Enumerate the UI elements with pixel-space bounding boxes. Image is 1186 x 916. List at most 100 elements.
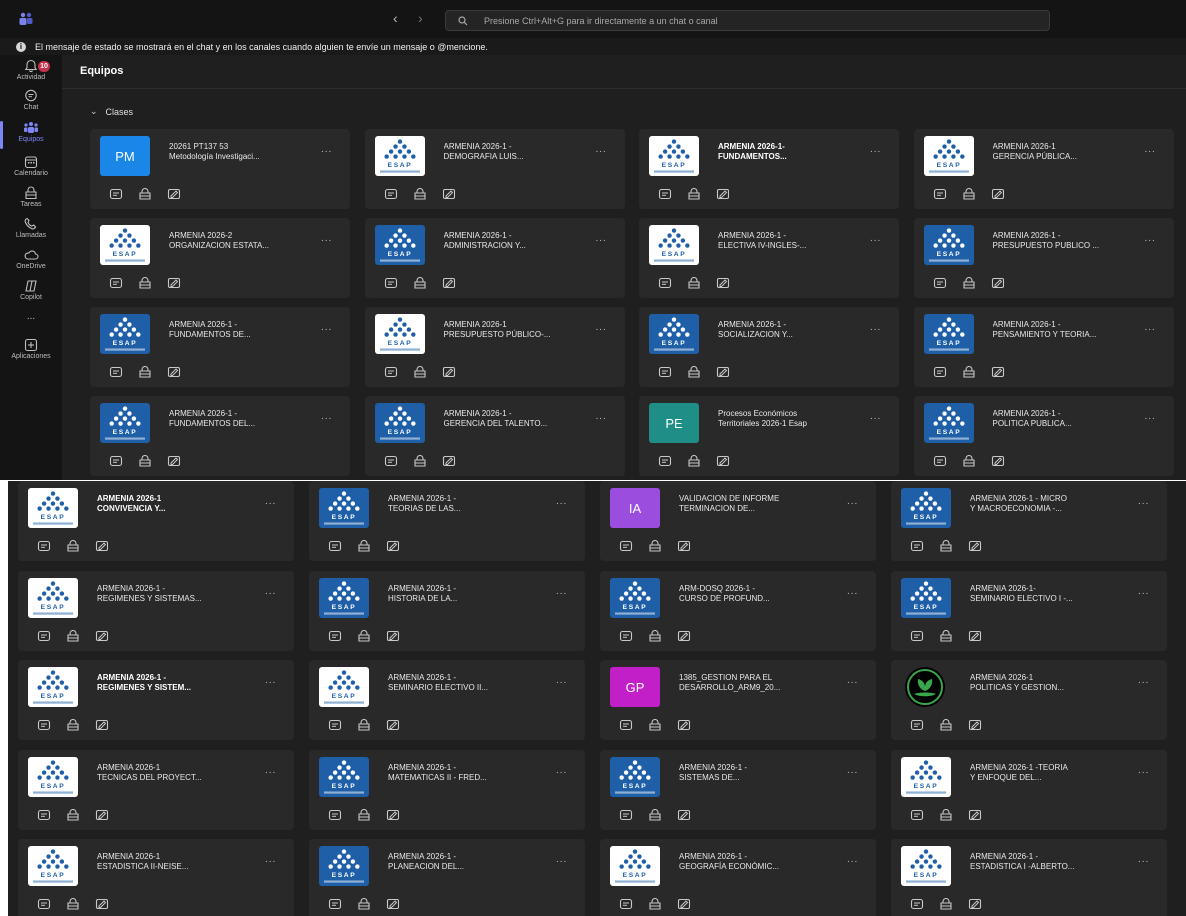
team-card[interactable]: ESAP ARMENIA 2026-1 - PRESUPUESTO PUBLICO… (913, 218, 1174, 298)
team-card[interactable]: ESAP ARMENIA 2026-1 - MICRO Y MACROECONOM… (891, 481, 1167, 561)
posts-icon[interactable] (910, 718, 924, 731)
more-options-button[interactable]: ... (596, 411, 607, 422)
team-card[interactable]: ESAP ARMENIA 2026-1 - SOCIALIZACION Y....… (639, 307, 899, 387)
team-card[interactable]: ESAP ARMENIA 2026-1 ESTADISTICA II-NEISE.… (18, 839, 294, 916)
team-card[interactable]: ESAP ARMENIA 2026-1 GERENCIA PÚBLICA.....… (913, 129, 1174, 209)
assignments-icon[interactable] (677, 629, 691, 641)
posts-icon[interactable] (619, 718, 633, 731)
more-options-button[interactable]: ... (556, 854, 567, 865)
posts-icon[interactable] (384, 365, 398, 378)
team-card[interactable]: ESAP ARMENIA 2026-1 - SEMINARIO ELECTIVO … (309, 660, 585, 740)
class-notebook-icon[interactable] (413, 365, 427, 378)
team-card[interactable]: ESAP ARMENIA 2026-1 - FUNDAMENTOS DE.....… (90, 307, 350, 387)
more-options-button[interactable]: ... (1138, 854, 1149, 865)
posts-icon[interactable] (109, 365, 123, 378)
more-options-button[interactable]: ... (556, 675, 567, 686)
posts-icon[interactable] (658, 454, 672, 467)
assignments-icon[interactable] (442, 276, 456, 289)
assignments-icon[interactable] (991, 187, 1005, 200)
team-card[interactable]: ESAP ARMENIA 2026-1- FUNDAMENTOS...... (639, 129, 899, 209)
more-options-button[interactable]: ... (1138, 586, 1149, 597)
team-card[interactable]: PE Procesos Económicos Territoriales 2026… (639, 396, 899, 476)
more-options-button[interactable]: ... (847, 765, 858, 776)
assignments-icon[interactable] (968, 808, 982, 820)
assignments-icon[interactable] (95, 629, 109, 641)
posts-icon[interactable] (910, 808, 924, 820)
team-card[interactable]: ESAP ARMENIA 2026-1 - REGIMENES Y SISTEMA… (18, 570, 294, 651)
assignments-icon[interactable] (167, 276, 181, 289)
more-options-button[interactable]: ... (1138, 496, 1149, 507)
team-card[interactable]: ESAP ARMENIA 2026-1 - DEMOGRAFIA LUIS....… (364, 129, 625, 209)
assignments-icon[interactable] (167, 365, 181, 378)
team-card[interactable]: ESAP ARMENIA 2026-1 - ELECTIVA IV-INGLES-… (639, 218, 899, 298)
assignments-icon[interactable] (991, 454, 1005, 467)
posts-icon[interactable] (910, 629, 924, 641)
assignments-icon[interactable] (386, 808, 400, 820)
assignments-icon[interactable] (716, 276, 730, 289)
more-options-button[interactable]: ... (870, 233, 881, 244)
class-notebook-icon[interactable] (648, 718, 662, 731)
team-card[interactable]: ESAP ARMENIA 2026-1 - HISTORIA DE LA.....… (309, 570, 585, 651)
more-options-button[interactable]: ... (847, 496, 858, 507)
posts-icon[interactable] (658, 365, 672, 378)
class-notebook-icon[interactable] (648, 629, 662, 642)
more-options-button[interactable]: ... (1145, 144, 1156, 155)
team-card[interactable]: ESAP ARMENIA 2026-1 PRESUPUESTO PÚBLICO-.… (364, 307, 625, 387)
more-options-button[interactable]: ... (596, 322, 607, 333)
assignments-icon[interactable] (968, 718, 982, 731)
team-card[interactable]: ESAP ARMENIA 2026-1 - ADMINISTRACION Y...… (364, 218, 625, 298)
more-options-button[interactable]: ... (596, 144, 607, 155)
posts-icon[interactable] (37, 897, 51, 910)
posts-icon[interactable] (384, 454, 398, 467)
search-box[interactable] (445, 10, 1050, 31)
rail-item-llamadas[interactable]: Llamadas (0, 217, 62, 239)
posts-icon[interactable] (328, 539, 342, 552)
class-notebook-icon[interactable] (687, 187, 701, 200)
posts-icon[interactable] (109, 276, 123, 289)
rail-item-copilot[interactable]: Copilot (0, 279, 62, 301)
class-notebook-icon[interactable] (138, 454, 152, 467)
assignments-icon[interactable] (95, 718, 109, 731)
posts-icon[interactable] (37, 718, 51, 731)
assignments-icon[interactable] (95, 897, 109, 910)
class-notebook-icon[interactable] (939, 718, 953, 731)
forward-button[interactable]: › (418, 10, 423, 26)
assignments-icon[interactable] (968, 539, 982, 552)
class-notebook-icon[interactable] (357, 539, 371, 552)
posts-icon[interactable] (384, 276, 398, 289)
class-notebook-icon[interactable] (939, 629, 953, 642)
class-notebook-icon[interactable] (687, 365, 701, 378)
assignments-icon[interactable] (167, 454, 181, 467)
more-options-button[interactable]: ... (321, 233, 332, 244)
class-notebook-icon[interactable] (648, 897, 662, 910)
more-options-button[interactable]: ... (265, 496, 276, 507)
team-card[interactable]: ESAP ARMENIA 2026-1 - POLITICA PUBLICA...… (913, 396, 1174, 476)
assignments-icon[interactable] (95, 539, 109, 552)
team-card[interactable]: ESAP ARMENIA 2026-1 - GEOGRAFÍA ECONÓMIC.… (600, 839, 876, 916)
more-options-button[interactable]: ... (1138, 765, 1149, 776)
class-notebook-icon[interactable] (648, 539, 662, 552)
class-notebook-icon[interactable] (962, 276, 976, 289)
class-notebook-icon[interactable] (413, 187, 427, 200)
posts-icon[interactable] (658, 276, 672, 289)
posts-icon[interactable] (37, 629, 51, 641)
posts-icon[interactable] (910, 539, 924, 552)
rail-item-aplicaciones[interactable]: Aplicaciones (0, 338, 62, 360)
team-card[interactable]: ESAP ARMENIA 2026-1 - SISTEMAS DE...... (600, 749, 876, 830)
team-card[interactable]: IA VALIDACION DE INFORME TERMINACION DE..… (600, 481, 876, 561)
section-toggle-clases[interactable]: ⌄ Clases (90, 106, 133, 117)
assignments-icon[interactable] (95, 808, 109, 820)
team-card[interactable]: ESAP ARMENIA 2026-1 TECNICAS DEL PROYECT.… (18, 749, 294, 830)
more-options-button[interactable]: ... (596, 233, 607, 244)
more-options-button[interactable]: ... (1138, 675, 1149, 686)
rail-item-chat[interactable]: Chat (0, 89, 62, 111)
posts-icon[interactable] (37, 539, 51, 552)
more-options-button[interactable]: ... (265, 854, 276, 865)
assignments-icon[interactable] (991, 276, 1005, 289)
class-notebook-icon[interactable] (357, 808, 371, 821)
team-card[interactable]: ESAP ARMENIA 2026-1 - ESTADISTICA I -ALBE… (891, 839, 1167, 916)
team-card[interactable]: ESAP ARMENIA 2026-1 - GERENCIA DEL TALENT… (364, 396, 625, 476)
more-options-button[interactable]: ... (1145, 411, 1156, 422)
assignments-icon[interactable] (968, 897, 982, 910)
team-card[interactable]: ESAP ARMENIA 2026-2 ORGANIZACION ESTATA..… (90, 218, 350, 298)
